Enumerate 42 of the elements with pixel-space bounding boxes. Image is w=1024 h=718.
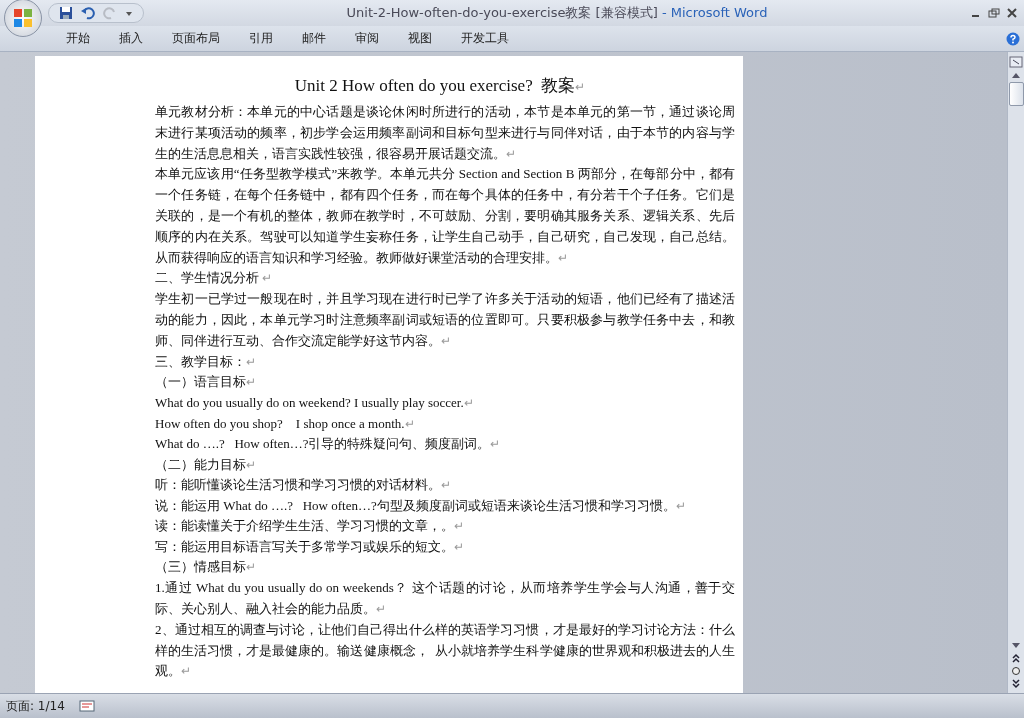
help-icon[interactable]: [1006, 31, 1020, 46]
scroll-down-icon[interactable]: [1011, 642, 1021, 650]
paragraph: （二）能力目标↵: [155, 455, 257, 474]
scroll-thumb[interactable]: [1008, 82, 1024, 106]
paragraph: 听：能听懂谈论生活习惯和学习习惯的对话材料。↵: [155, 476, 452, 495]
next-page-icon[interactable]: [1011, 679, 1021, 689]
paragraph: 说：能运用 What do ….? How often…?句型及频度副词或短语来谈论生活习惯和学习习惯。↵: [155, 496, 687, 515]
paragraph: 二、学生情况分析 ↵: [155, 269, 274, 288]
paragraph: What do ….? How often…?引导的特殊疑问句、频度副词。↵: [155, 435, 502, 454]
close-icon[interactable]: [1006, 8, 1018, 18]
page-counter[interactable]: 页面: 1/14: [6, 697, 65, 715]
browse-object-icon[interactable]: [1011, 666, 1021, 676]
scroll-up-icon[interactable]: [1011, 71, 1021, 79]
customize-caret-icon[interactable]: [125, 9, 133, 17]
undo-icon[interactable]: [81, 6, 95, 20]
ribbon-tab[interactable]: 邮件: [291, 28, 337, 49]
paragraph: （三）情感目标↵: [155, 558, 257, 577]
ribbon-tab[interactable]: 页面布局: [161, 28, 231, 49]
ruler-toggle-icon[interactable]: [1009, 56, 1023, 68]
vertical-scrollbar[interactable]: [1007, 52, 1024, 693]
paragraph: （一）语言目标↵: [155, 373, 257, 392]
ribbon-tab[interactable]: 插入: [108, 28, 154, 49]
previous-page-icon[interactable]: [1011, 653, 1021, 663]
paragraph: 1.通过 What du you usually do on weekends？ 这个话题的讨论，从而培养学生学会与人沟通，善于交际、关心别人、融入社会的能力品质。↵: [155, 579, 735, 619]
paragraph: How often do you shop? I shop once a month.↵: [155, 414, 416, 433]
save-icon[interactable]: [59, 6, 73, 20]
ribbon-tab[interactable]: 视图: [397, 28, 443, 49]
window-title: Unit-2-How-often-do-you-exercise教案 [兼容模式] - Microsoft Word: [345, 4, 769, 22]
paragraph: 2、通过相互的调查与讨论，让他们自己得出什么样的英语学习习惯，才是最好的学习讨论方法：什么样的生活习惯，才是最健康的。输送健康概念， 从小就培养学生科学健康的世界观和积极进去的人生观。↵: [155, 620, 735, 681]
ribbon-tab[interactable]: 引用: [238, 28, 284, 49]
paragraph: 单元教材分析：本单元的中心话题是谈论休闲时所进行的活动，本节是本单元的第一节，通过谈论周末进行某项活动的频率，初步学会运用频率副词和目标句型来进行与同伴对话，由于本节的内容与学生的生活息息相关，语言实践性较强，很容易开展话题交流。↵: [155, 103, 735, 163]
paragraph: 学生初一已学过一般现在时，并且学习现在进行时已学了许多关于活动的短语，他们已经有了描述活动的能力，因此，本单元学习时注意频率副词或短语的位置即可。只要积极参与教学任务中去，和教师、同伴进行互动、合作交流定能学好这节内容。↵: [155, 290, 735, 350]
paragraph: Unit 2 How often do you exercise? 教案↵: [293, 75, 587, 97]
paragraph: 三、教学目标：↵: [155, 352, 257, 371]
ribbon-tab[interactable]: 开始: [55, 28, 101, 49]
paragraph: What do you usually do on weekend? I usually play soccer.↵: [155, 394, 475, 413]
restore-icon[interactable]: [988, 8, 1000, 18]
paragraph: 读：能读懂关于介绍学生生活、学习习惯的文章，。↵: [155, 517, 465, 536]
paragraph: 写：能运用目标语言写关于多常学习或娱乐的短文。↵: [155, 537, 465, 556]
ribbon-tab[interactable]: 开发工具: [450, 28, 520, 49]
ribbon-tab[interactable]: 审阅: [344, 28, 390, 49]
paragraph: 本单元应该用“任务型教学模式”来教学。本单元共分 Section and Section B 两部分，在每部分中，都有一个任务链，在每个任务链中，都有四个任务，而在每个具体的任务中，有分若干个子任务。它们是关联的，是一个有机的整体，教师在教学时，不可鼓励、分割，要明确其服务关系、逻辑关系、先后顺序的内在关系。驾驶可以知道学生妄称任务，让学生自己动手，自己研究，自己发现，自己总结。从而获得响应的语言知识和学习经验。教师做好课堂活动的合理安排。↵: [155, 165, 735, 267]
